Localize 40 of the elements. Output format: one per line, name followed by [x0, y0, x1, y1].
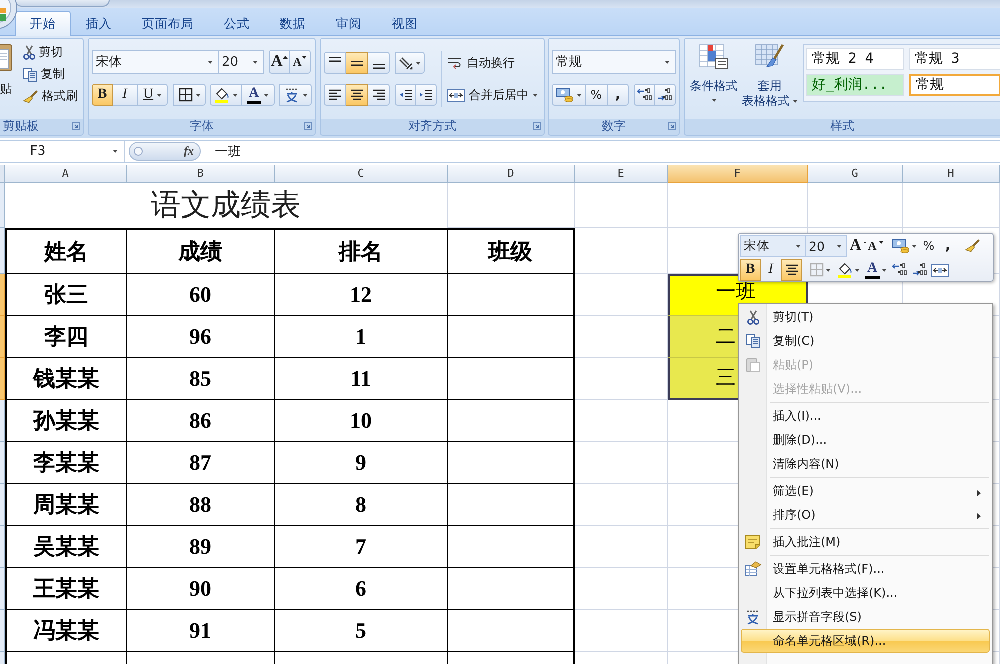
table-cell: 李四 — [5, 316, 127, 358]
table-cell: 周某某 — [5, 484, 127, 526]
table-cell: 91 — [127, 610, 275, 652]
table-header: 成绩 — [127, 228, 275, 274]
table-cell: 1 — [275, 316, 448, 358]
table-cell: 8 — [275, 484, 448, 526]
table-cell: 王某某 — [5, 568, 127, 610]
table-cell: 60 — [127, 274, 275, 316]
table-cell: 89 — [127, 526, 275, 568]
table-cell: 孙某某 — [5, 400, 127, 442]
sheet-title: 语文成绩表 — [5, 183, 448, 228]
table-cell: 张三 — [5, 274, 127, 316]
table-cell: 李某某 — [5, 442, 127, 484]
table-cell: 96 — [127, 316, 275, 358]
group-label: 样式 — [830, 118, 854, 135]
table-cell: 9 — [275, 442, 448, 484]
table-cell: 11 — [275, 358, 448, 400]
cell-text: 二 — [716, 328, 736, 346]
table-cell: 5 — [275, 610, 448, 652]
table-header: 排名 — [275, 228, 448, 274]
table-header: 班级 — [448, 228, 575, 274]
table-cell: 90 — [127, 568, 275, 610]
table-cell: 87 — [127, 442, 275, 484]
group-label: 剪贴板 — [3, 118, 39, 135]
table-cell: 钱某某 — [5, 358, 127, 400]
table-cell: 86 — [127, 400, 275, 442]
group-label: 字体 — [190, 118, 214, 135]
table-header: 姓名 — [5, 228, 127, 274]
table-cell: 6 — [275, 568, 448, 610]
table-cell: 10 — [275, 400, 448, 442]
table-cell: 85 — [127, 358, 275, 400]
table-cell: 88 — [127, 484, 275, 526]
table-cell: 吴某某 — [5, 526, 127, 568]
cell-text: 一班 — [716, 282, 756, 300]
cell-text: 三 — [716, 369, 736, 387]
table-cell: 冯某某 — [5, 610, 127, 652]
table-cell: 7 — [275, 526, 448, 568]
group-label: 对齐方式 — [408, 118, 456, 135]
table-cell: 12 — [275, 274, 448, 316]
group-label: 数字 — [602, 118, 626, 135]
